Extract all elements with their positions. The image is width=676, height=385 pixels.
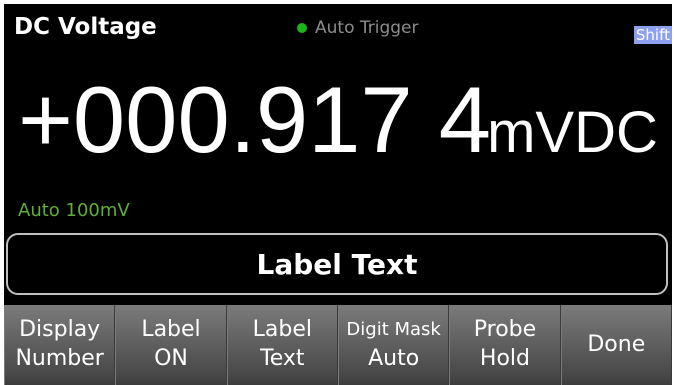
softkey-label-text[interactable]: Label Text [226,305,338,385]
mode-title: DC Voltage [14,14,157,40]
softkey-bar: Display Number Label ON Label Text Digit… [4,305,672,385]
softkey-label-on[interactable]: Label ON [115,305,227,385]
softkey-label: Digit Mask [346,319,441,340]
reading-unit: mVDC [487,100,658,165]
softkey-label: Label [141,317,201,342]
softkey-label: Label [252,317,312,342]
meter-display: DC Voltage Auto Trigger Shift +000.917 4… [4,4,672,305]
softkey-digit-mask[interactable]: Digit Mask Auto [337,305,450,385]
softkey-label: Display [19,317,101,342]
softkey-display-number[interactable]: Display Number [4,305,116,385]
softkey-value: ON [154,346,188,371]
softkey-label: Probe [473,317,537,342]
softkey-probe-hold[interactable]: Probe Hold [449,305,561,385]
softkey-label: Done [587,332,646,357]
trigger-status: Auto Trigger [297,18,419,38]
softkey-value: Text [260,346,305,371]
label-text: Label Text [256,247,418,281]
range-label: Auto 100mV [18,200,130,221]
softkey-value: Hold [479,346,531,371]
softkey-done[interactable]: Done [560,305,672,385]
softkey-value: Number [15,346,104,371]
trigger-indicator-icon [297,23,307,33]
trigger-label: Auto Trigger [315,18,419,38]
reading-value: +000.917 4 [18,67,492,172]
softkey-value: Auto [368,346,420,371]
shift-indicator: Shift [633,26,672,44]
measurement-reading: +000.917 4mVDC [18,66,658,174]
label-text-box: Label Text [6,233,668,295]
